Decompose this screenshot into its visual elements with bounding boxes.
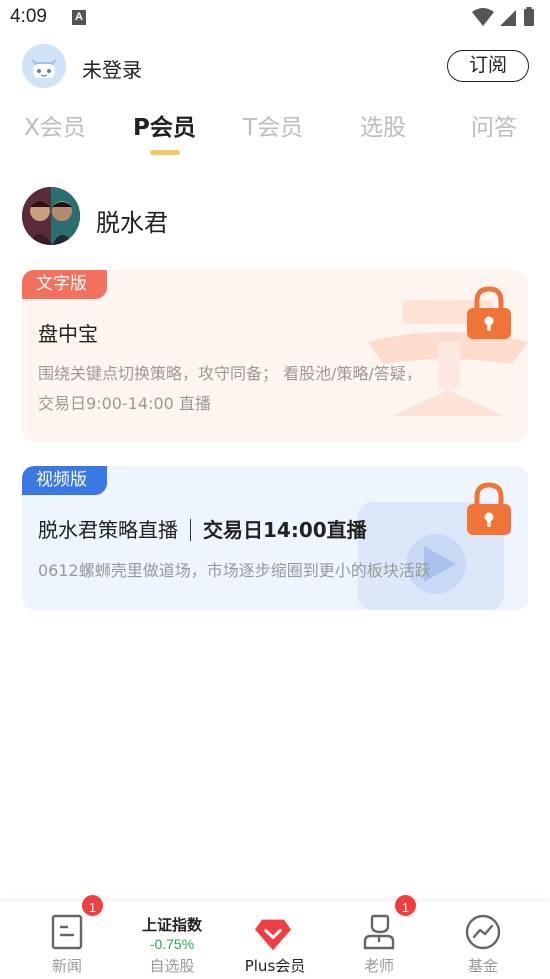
card-title-right: 交易日14:00直播 [203, 518, 367, 542]
fund-chart-icon [465, 914, 501, 950]
tab-t-member[interactable]: T会员 [243, 108, 303, 142]
card-title[interactable]: 脱水君策略直播 交易日14:00直播 [38, 514, 367, 543]
card-description: 围绕关键点切换策略，攻守同备； 看股池/策略/答疑， 交易日9:00-14:00… [38, 359, 518, 419]
card-description-line: 围绕关键点切换策略，攻守同备； 看股池/策略/答疑， [38, 364, 422, 383]
text-version-badge: 文字版 [22, 270, 107, 299]
card-description-line: 交易日9:00-14:00 直播 [38, 394, 211, 413]
nav-plus-label: Plus会员 [244, 957, 306, 975]
news-icon [51, 914, 83, 950]
lock-icon[interactable] [466, 286, 512, 340]
user-avatar[interactable] [22, 44, 66, 88]
index-name: 上证指数 [141, 916, 202, 934]
lock-icon[interactable] [466, 482, 512, 536]
card-video-version[interactable]: 视频版 脱水君策略直播 交易日14:00直播 0612螺蛳壳里做道场，市场逐步缩圈… [22, 466, 528, 610]
tab-p-member[interactable]: P会员 [133, 108, 196, 142]
login-status[interactable]: 未登录 [82, 54, 142, 83]
active-tab-indicator [150, 150, 180, 155]
diamond-icon [255, 919, 291, 951]
bottom-nav: 1 新闻 上证指数 -0.75% 自选股 Plus会员 1 老师 基金 [0, 893, 550, 979]
card-title-left: 脱水君策略直播 [38, 518, 178, 542]
nav-teacher[interactable]: 1 老师 [324, 893, 434, 979]
tab-stock-picking[interactable]: 选股 [360, 108, 406, 142]
robot-icon [22, 44, 66, 88]
index-change: -0.75% [149, 936, 195, 952]
teacher-badge: 1 [393, 893, 418, 918]
tab-qa[interactable]: 问答 [471, 108, 517, 142]
nav-watchlist-label: 自选股 [149, 957, 195, 975]
card-title[interactable]: 盘中宝 [38, 318, 98, 347]
status-icons [472, 7, 534, 26]
nav-teacher-label: 老师 [363, 957, 394, 975]
nav-news[interactable]: 1 新闻 [12, 893, 122, 979]
header: 未登录 订阅 [0, 40, 550, 96]
author-name[interactable]: 脱水君 [96, 203, 168, 238]
card-text-version[interactable]: 文字版 盘中宝 围绕关键点切换策略，攻守同备； 看股池/策略/答疑， 交易日9:… [22, 270, 528, 442]
title-divider [190, 519, 191, 541]
card-description: 0612螺蛳壳里做道场，市场逐步缩圈到更小的板块活跃 [38, 561, 431, 580]
nav-plus-member[interactable]: Plus会员 [220, 901, 330, 979]
tab-x-member[interactable]: X会员 [24, 108, 86, 142]
nav-fund[interactable]: 基金 [428, 901, 538, 979]
notification-icon: A [72, 10, 86, 25]
battery-icon [524, 7, 534, 26]
wifi-icon [472, 8, 494, 26]
nav-news-label: 新闻 [51, 957, 82, 975]
status-time: 4:09 [10, 6, 47, 27]
signal-icon [500, 10, 516, 26]
nav-watchlist[interactable]: 上证指数 -0.75% 自选股 [117, 901, 227, 979]
teacher-icon [363, 914, 395, 950]
nav-fund-label: 基金 [467, 957, 498, 975]
author-photo [22, 187, 80, 245]
news-badge: 1 [80, 893, 105, 918]
author-avatar[interactable] [22, 187, 80, 245]
subscribe-button[interactable]: 订阅 [447, 50, 529, 82]
member-tabs: X会员 P会员 T会员 选股 问答 [0, 108, 550, 160]
video-version-badge: 视频版 [22, 466, 107, 495]
status-bar: 4:09 A [0, 0, 550, 36]
